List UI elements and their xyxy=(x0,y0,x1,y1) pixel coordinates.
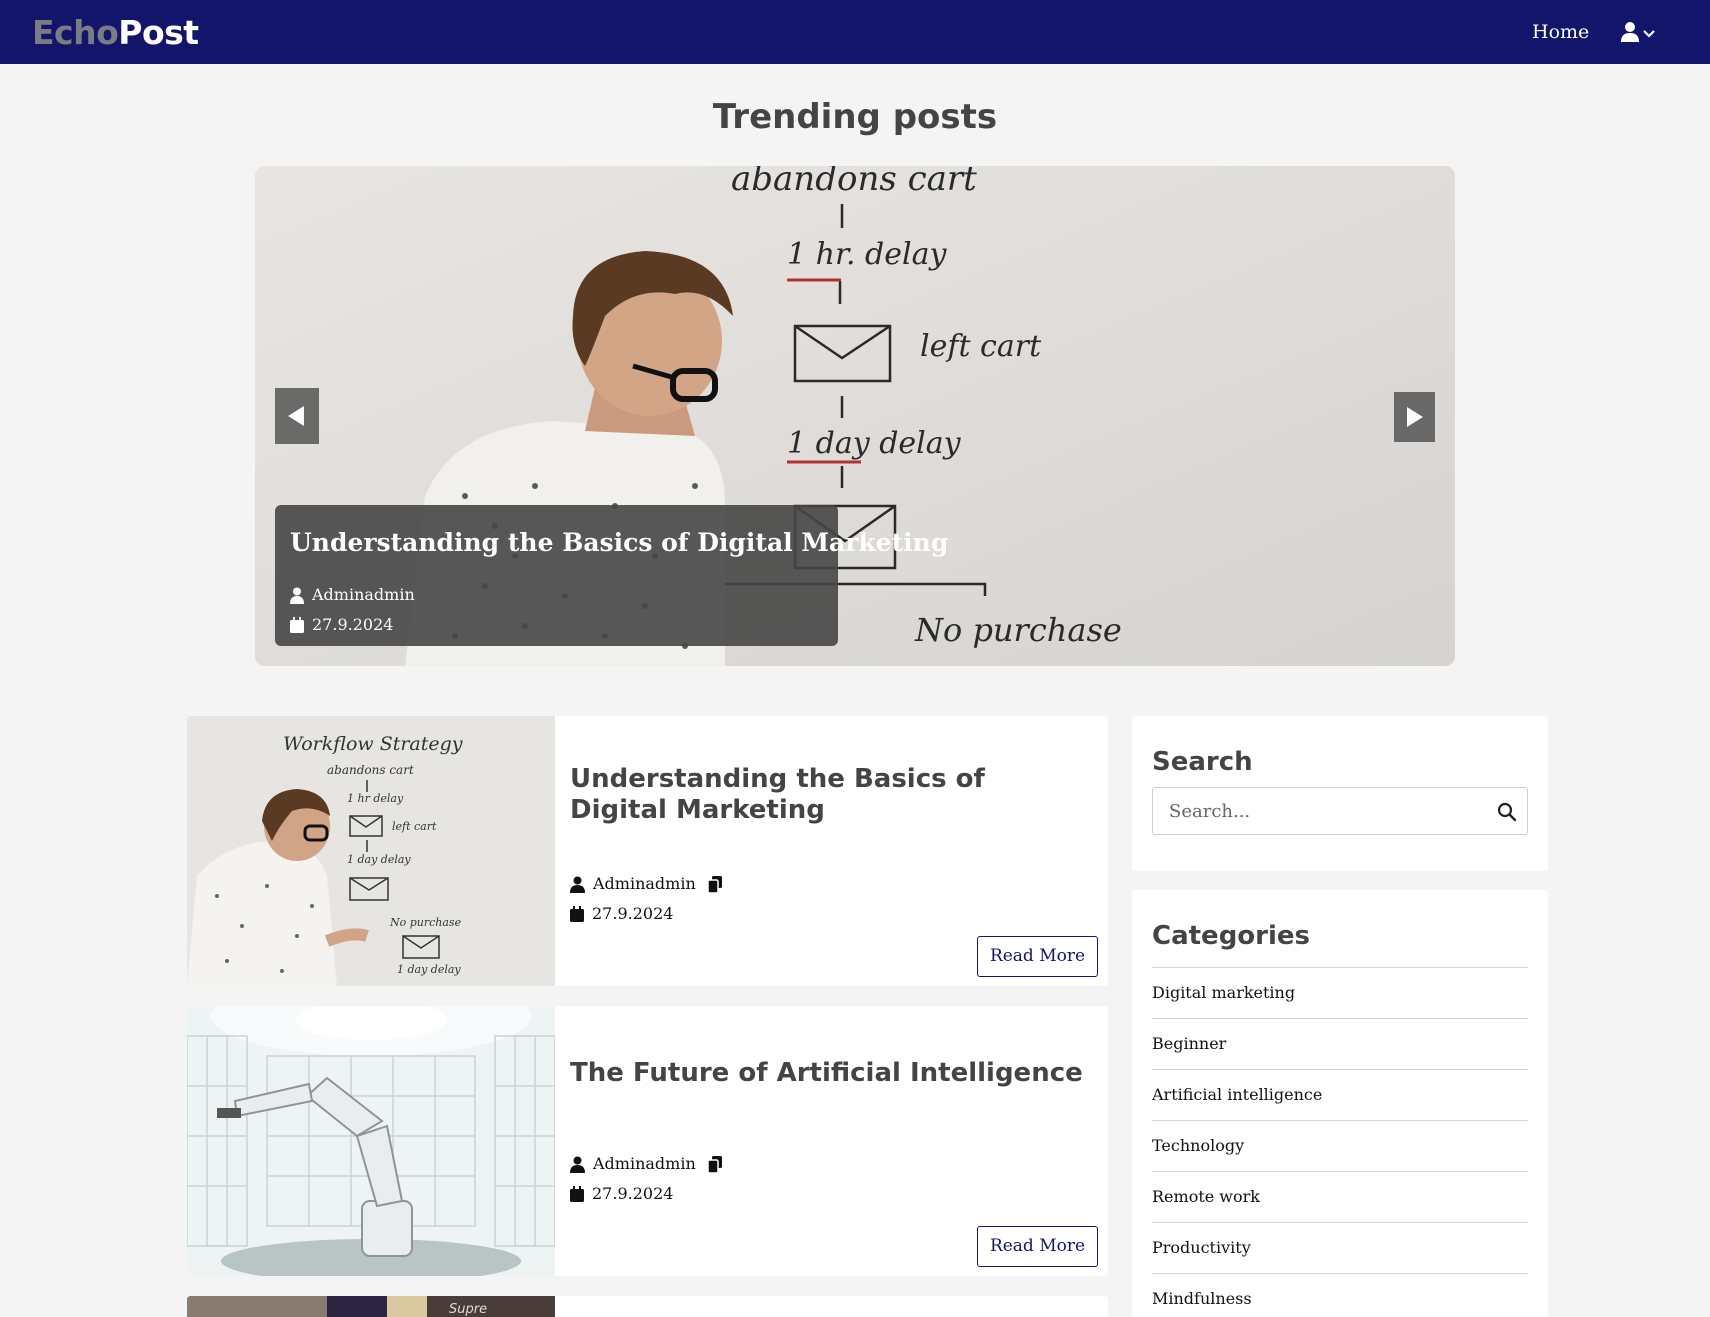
category-item[interactable]: Productivity xyxy=(1152,1222,1528,1273)
copy-icon xyxy=(707,875,722,893)
svg-text:Supre: Supre xyxy=(449,1302,487,1317)
post-author: Adminadmin xyxy=(570,874,731,894)
post-card: Workflow Strategy abandons cart 1 hr del… xyxy=(187,716,1108,986)
slide-date: 27.9.2024 xyxy=(290,615,393,635)
categories-widget: Categories Digital marketing Beginner Ar… xyxy=(1132,890,1548,1317)
categories-widget-title: Categories xyxy=(1152,921,1311,951)
svg-text:1 day delay: 1 day delay xyxy=(397,963,461,976)
trending-posts-heading: Trending posts xyxy=(712,97,998,137)
post-date: 27.9.2024 xyxy=(570,1184,673,1204)
post-title[interactable]: The Future of Artificial Intelligence xyxy=(570,1058,1090,1089)
caret-left-icon xyxy=(288,406,304,426)
slide-author-name: Adminadmin xyxy=(312,585,415,604)
logo-echo: Echo xyxy=(32,13,119,52)
category-item[interactable]: Beginner xyxy=(1152,1018,1528,1069)
user-icon xyxy=(570,1156,585,1173)
slide-caption[interactable]: Understanding the Basics of Digital Mark… xyxy=(275,505,948,646)
post-date-text: 27.9.2024 xyxy=(592,1184,674,1203)
svg-text:abandons cart: abandons cart xyxy=(731,166,977,199)
svg-text:Workflow Strategy: Workflow Strategy xyxy=(283,733,463,755)
nav-home-link[interactable]: Home xyxy=(1532,20,1589,44)
trending-carousel: abandons cart 1 hr. delay left cart 1 da… xyxy=(255,166,1455,666)
svg-text:abandons cart: abandons cart xyxy=(327,763,414,777)
post-author-name: Adminadmin xyxy=(593,1154,696,1173)
svg-text:1 hr delay: 1 hr delay xyxy=(347,792,404,805)
search-box xyxy=(1152,787,1528,835)
caret-right-icon xyxy=(1407,407,1423,427)
post-thumbnail[interactable]: Workflow Strategy abandons cart 1 hr del… xyxy=(187,716,555,986)
carousel-next-button[interactable] xyxy=(1394,392,1435,442)
read-more-button[interactable]: Read More xyxy=(977,1226,1098,1267)
svg-text:left cart: left cart xyxy=(392,820,437,833)
carousel-prev-button[interactable] xyxy=(275,388,319,444)
search-widget-title: Search xyxy=(1152,747,1253,777)
svg-text:left cart: left cart xyxy=(920,329,1042,364)
svg-text:1 day delay: 1 day delay xyxy=(787,426,962,461)
category-item[interactable]: Digital marketing xyxy=(1152,967,1528,1018)
post-thumbnail[interactable] xyxy=(187,1006,555,1276)
svg-text:1 day delay: 1 day delay xyxy=(347,853,411,866)
post-card: The Future of Artificial Intelligence Ad… xyxy=(187,1006,1108,1276)
user-icon xyxy=(1621,22,1655,42)
read-more-button[interactable]: Read More xyxy=(977,936,1098,977)
site-logo[interactable]: EchoPost xyxy=(32,14,199,52)
slide-title[interactable]: Understanding the Basics of Digital Mark… xyxy=(290,527,948,559)
calendar-icon xyxy=(290,617,304,633)
svg-text:No purchase: No purchase xyxy=(389,916,462,929)
category-item[interactable]: Mindfulness xyxy=(1152,1273,1528,1317)
slide-date-text: 27.9.2024 xyxy=(312,615,394,634)
post-author: Adminadmin xyxy=(570,1154,731,1174)
svg-text:1 hr. delay: 1 hr. delay xyxy=(787,237,948,272)
user-icon xyxy=(290,587,304,604)
calendar-icon xyxy=(570,906,584,922)
category-item[interactable]: Artificial intelligence xyxy=(1152,1069,1528,1120)
calendar-icon xyxy=(570,1186,584,1202)
search-input[interactable] xyxy=(1153,788,1483,834)
user-menu-toggle[interactable] xyxy=(1620,20,1660,46)
post-title[interactable]: Understanding the Basics of Digital Mark… xyxy=(570,764,1090,826)
post-thumbnail[interactable]: Supre xyxy=(187,1296,555,1317)
search-button[interactable] xyxy=(1495,800,1519,824)
post-card: Supre xyxy=(187,1296,1108,1317)
logo-post: Post xyxy=(118,13,199,52)
user-icon xyxy=(570,876,585,893)
copy-icon xyxy=(707,1155,722,1173)
category-item[interactable]: Technology xyxy=(1152,1120,1528,1171)
post-author-name: Adminadmin xyxy=(593,874,696,893)
category-item[interactable]: Remote work xyxy=(1152,1171,1528,1222)
search-icon xyxy=(1497,802,1517,822)
post-date: 27.9.2024 xyxy=(570,904,673,924)
category-list: Digital marketing Beginner Artificial in… xyxy=(1152,967,1528,1317)
svg-text:No purchase: No purchase xyxy=(914,611,1122,649)
top-navbar: EchoPost Home xyxy=(0,0,1710,64)
chevron-down-icon xyxy=(1643,30,1655,38)
slide-author: Adminadmin xyxy=(290,585,415,605)
search-widget: Search xyxy=(1132,716,1548,871)
post-date-text: 27.9.2024 xyxy=(592,904,674,923)
